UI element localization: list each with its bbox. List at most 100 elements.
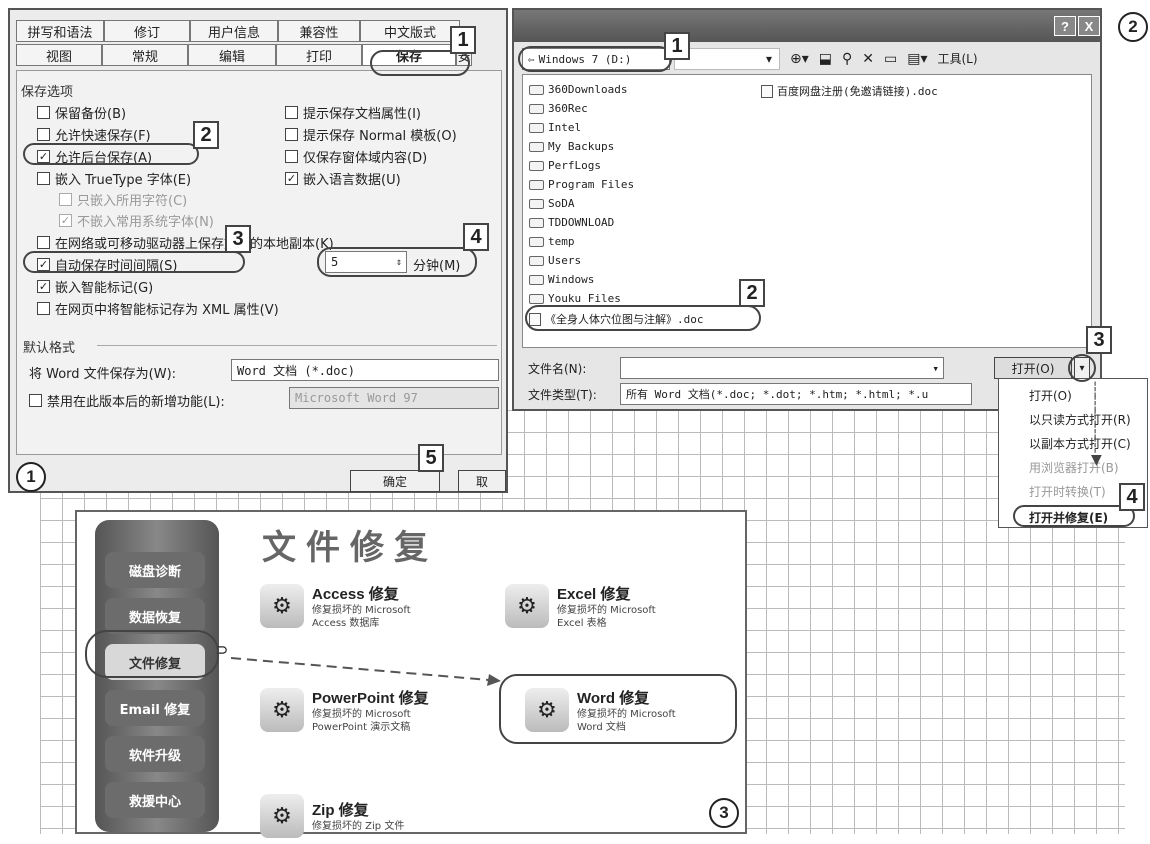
- checkbox-smart-tags[interactable]: ✓: [37, 280, 50, 293]
- checkbox-keep-backup[interactable]: [37, 106, 50, 119]
- filetype-label: 文件类型(T):: [528, 388, 597, 402]
- sidebar-item-data-recovery[interactable]: 数据恢复: [105, 598, 205, 634]
- tab-row-top: 拼写和语法 修订 用户信息 兼容性 中文版式: [16, 20, 460, 42]
- opt-form-data-only[interactable]: 仅保存窗体域内容(D): [285, 147, 427, 166]
- close-button[interactable]: X: [1078, 16, 1100, 36]
- save-as-select[interactable]: Word 文档 (*.doc): [231, 359, 499, 381]
- menu-open[interactable]: 打开(O): [1029, 387, 1072, 404]
- checkbox-prompt-normal[interactable]: [285, 128, 298, 141]
- sidebar-item-rescue-center[interactable]: 救援中心: [105, 782, 205, 818]
- tools-menu[interactable]: 工具(L): [938, 50, 978, 67]
- card-excel-repair[interactable]: ⚙ Excel 修复 修复损坏的 Microsoft Excel 表格: [505, 578, 709, 634]
- sidebar-item-software-upgrade[interactable]: 软件升级: [105, 736, 205, 772]
- step-badge-2: 2: [193, 121, 219, 149]
- sidebar-item-email-repair[interactable]: Email 修复: [105, 690, 205, 726]
- excel-icon: ⚙: [505, 584, 549, 628]
- checkbox-prompt-properties[interactable]: [285, 106, 298, 119]
- card-access-repair[interactable]: ⚙ Access 修复 修复损坏的 Microsoft Access 数据库: [260, 578, 464, 634]
- file-item[interactable]: 百度网盘注册(免邀请链接).doc: [761, 83, 938, 99]
- folder-item[interactable]: PerfLogs: [529, 159, 601, 172]
- search-web-icon[interactable]: ⚲: [842, 51, 852, 67]
- cancel-button[interactable]: 取: [458, 470, 506, 492]
- opt-no-system-fonts-label: 不嵌入常用系统字体(N): [77, 215, 214, 230]
- ok-button[interactable]: 确定: [350, 470, 440, 492]
- help-button[interactable]: ?: [1054, 16, 1076, 36]
- folder-item[interactable]: Windows: [529, 273, 594, 286]
- opt-fast-save[interactable]: 允许快速保存(F): [37, 125, 151, 144]
- divider: [97, 345, 497, 346]
- folder-item[interactable]: Intel: [529, 121, 581, 134]
- checkbox-embed-truetype[interactable]: [37, 172, 50, 185]
- opt-keep-backup[interactable]: 保留备份(B): [37, 103, 126, 122]
- checkbox-disable-features[interactable]: [29, 394, 42, 407]
- folder-item[interactable]: Youku Files: [529, 292, 621, 305]
- tab-spelling[interactable]: 拼写和语法: [16, 20, 104, 42]
- checkbox-form-data-only[interactable]: [285, 150, 298, 163]
- checkbox-no-system-fonts[interactable]: ✓: [59, 214, 72, 227]
- open-options-menu: 打开(O) 以只读方式打开(R) 以副本方式打开(C) 用浏览器打开(B) 打开…: [998, 378, 1148, 528]
- tab-user-info[interactable]: 用户信息: [190, 20, 278, 42]
- folder-item[interactable]: Program Files: [529, 178, 634, 191]
- checkbox-xml-tags[interactable]: [37, 302, 50, 315]
- card-desc: PowerPoint 演示文稿: [312, 721, 411, 733]
- folder-icon: [529, 141, 544, 152]
- menu-open-copy[interactable]: 以副本方式打开(C): [1029, 435, 1131, 452]
- open-button[interactable]: 打开(O): [994, 357, 1072, 379]
- card-zip-repair[interactable]: ⚙ Zip 修复 修复损坏的 Zip 文件: [260, 788, 464, 844]
- step-badge-1: 1: [450, 26, 476, 54]
- folder-label: temp: [548, 235, 575, 248]
- opt-smart-tags[interactable]: ✓ 嵌入智能标记(G): [37, 277, 153, 296]
- folder-item[interactable]: Users: [529, 254, 581, 267]
- folder-item[interactable]: TDDOWNLOAD: [529, 216, 614, 229]
- checkbox-embed-used-chars[interactable]: [59, 193, 72, 206]
- up-folder-icon[interactable]: ⬓: [819, 51, 832, 67]
- card-title: Access 修复: [312, 585, 399, 603]
- opt-disable-features[interactable]: 禁用在此版本后的新增功能(L):: [29, 391, 225, 410]
- disable-features-select[interactable]: Microsoft Word 97: [289, 387, 499, 409]
- highlight-location: [518, 46, 672, 72]
- opt-embed-language[interactable]: ✓ 嵌入语言数据(U): [285, 169, 401, 188]
- opt-embed-truetype[interactable]: 嵌入 TrueType 字体(E): [37, 169, 191, 188]
- dropdown-arrow-icon[interactable]: ▾: [766, 52, 772, 66]
- tab-revisions[interactable]: 修订: [104, 20, 190, 42]
- opt-local-copy[interactable]: 在网络或可移动驱动器上保存文件的本地副本(K): [37, 233, 334, 252]
- menu-open-readonly[interactable]: 以只读方式打开(R): [1029, 411, 1131, 428]
- tab-print[interactable]: 打印: [276, 44, 362, 66]
- folder-icon: [529, 236, 544, 247]
- checkbox-embed-language[interactable]: ✓: [285, 172, 298, 185]
- folder-item[interactable]: SoDA: [529, 197, 575, 210]
- filename-input[interactable]: ▾: [620, 357, 944, 379]
- menu-open-convert[interactable]: 打开时转换(T): [1029, 483, 1106, 500]
- opt-no-system-fonts[interactable]: ✓ 不嵌入常用系统字体(N): [59, 211, 214, 230]
- highlight-file-repair: [85, 630, 219, 678]
- tab-chinese-layout[interactable]: 中文版式: [360, 20, 460, 42]
- folder-item[interactable]: temp: [529, 235, 575, 248]
- opt-embed-truetype-label: 嵌入 TrueType 字体(E): [55, 173, 192, 188]
- sidebar-item-disk-diagnosis[interactable]: 磁盘诊断: [105, 552, 205, 588]
- delete-icon[interactable]: ✕: [862, 51, 874, 67]
- folder-label: Intel: [548, 121, 582, 134]
- filetype-select[interactable]: 所有 Word 文档(*.doc; *.dot; *.htm; *.html; …: [620, 383, 972, 405]
- back-icon[interactable]: ⊕▾: [790, 51, 809, 67]
- checkbox-local-copy[interactable]: [37, 236, 50, 249]
- opt-prompt-properties[interactable]: 提示保存文档属性(I): [285, 103, 421, 122]
- folder-label: My Backups: [548, 140, 615, 153]
- folder-item[interactable]: My Backups: [529, 140, 614, 153]
- tab-view[interactable]: 视图: [16, 44, 102, 66]
- opt-embed-used-chars[interactable]: 只嵌入所用字符(C): [59, 190, 187, 209]
- folder-item[interactable]: 360Downloads: [529, 83, 627, 96]
- page-title: 文件修复: [262, 528, 438, 568]
- checkbox-fast-save[interactable]: [37, 128, 50, 141]
- tab-compatibility[interactable]: 兼容性: [278, 20, 360, 42]
- chevron-down-icon[interactable]: ▾: [932, 362, 943, 375]
- views-icon[interactable]: ▤▾: [907, 51, 927, 67]
- folder-label: TDDOWNLOAD: [548, 216, 615, 229]
- opt-prompt-normal[interactable]: 提示保存 Normal 模板(O): [285, 125, 457, 144]
- menu-open-browser[interactable]: 用浏览器打开(B): [1029, 459, 1119, 476]
- folder-item[interactable]: 360Rec: [529, 102, 588, 115]
- opt-xml-tags[interactable]: 在网页中将智能标记存为 XML 属性(V): [37, 299, 279, 318]
- folder-icon: [529, 122, 544, 133]
- new-folder-icon[interactable]: ▭: [884, 51, 897, 67]
- tab-general[interactable]: 常规: [102, 44, 188, 66]
- tab-edit[interactable]: 编辑: [188, 44, 276, 66]
